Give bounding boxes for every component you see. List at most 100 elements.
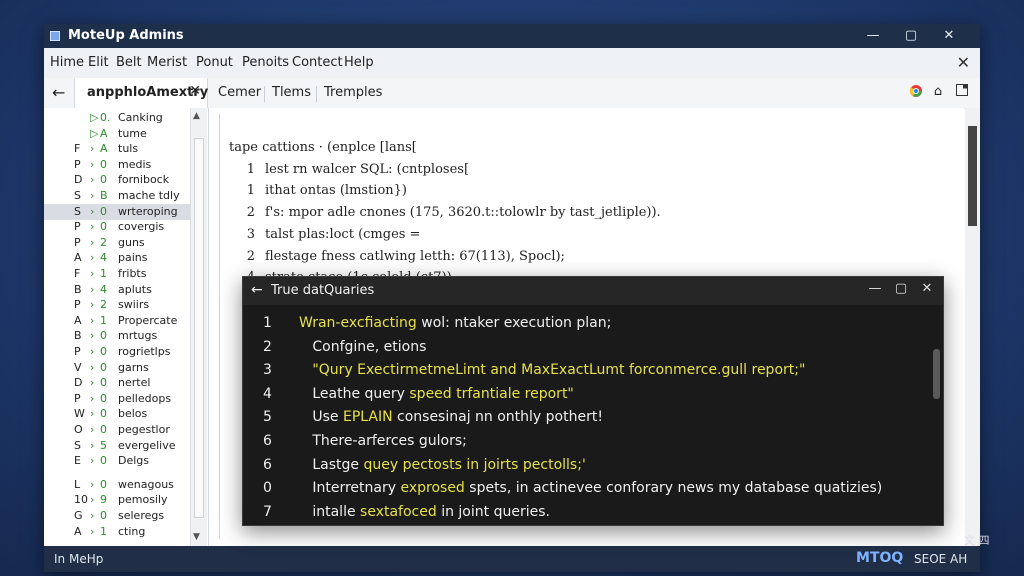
sidebar-item[interactable]: P › 0 covergis xyxy=(44,219,190,235)
sidebar-item[interactable]: O › 0 pegestlor xyxy=(44,422,190,438)
code-text: talst plas:loct (cmges = xyxy=(265,226,421,242)
scroll-down-icon[interactable]: ▼ xyxy=(193,532,200,542)
sidebar-item[interactable]: L › 0 wenagous xyxy=(44,477,190,493)
dialog-minimize-button[interactable]: — xyxy=(863,281,887,296)
sidebar-item[interactable]: A › 1 Propercate xyxy=(44,313,190,329)
menu-item[interactable]: Belt xyxy=(116,55,142,70)
sidebar-item-index: 0 xyxy=(100,454,107,468)
sidebar-item-key: P xyxy=(74,220,81,234)
sidebar-item[interactable]: D › 0 fornibock xyxy=(44,172,190,188)
dialog-line-number: 7 xyxy=(263,503,272,520)
dialog-body[interactable]: 1 Wran-excfiacting wol: ntaker execution … xyxy=(243,305,943,525)
sidebar-scroll-thumb[interactable] xyxy=(194,138,204,518)
sidebar-item-label: nertel xyxy=(118,376,151,390)
code-line: 2 flestage fness catlwing letth: 67(113),… xyxy=(247,249,565,264)
sidebar-item-key: O xyxy=(74,423,83,436)
sidebar-item-label: mache tdly xyxy=(118,189,180,202)
menu-item[interactable]: Penoits xyxy=(242,55,289,70)
sidebar-item[interactable]: 10 › 9 pemosily xyxy=(44,492,190,508)
panel-icon[interactable] xyxy=(954,84,970,100)
menu-item[interactable]: Ponut xyxy=(196,55,233,70)
sidebar-item-index: 0. xyxy=(100,111,111,124)
sidebar-item[interactable]: S › 5 evergelive xyxy=(44,438,190,454)
sidebar-item[interactable]: E › 0 Delgs xyxy=(44,453,190,469)
menu-item[interactable]: Help xyxy=(344,55,374,70)
menu-item[interactable]: Contect xyxy=(292,55,343,70)
minimize-button[interactable]: — xyxy=(858,26,888,46)
close-icon[interactable]: ✕ xyxy=(957,53,970,72)
sidebar-item[interactable]: ▷ Atume xyxy=(44,126,190,142)
tab-tlems[interactable]: Tlems xyxy=(272,85,311,100)
sidebar-item-label: covergis xyxy=(118,220,165,234)
sidebar-item[interactable]: P › 0 pelledops xyxy=(44,391,190,407)
chevron-right-icon: › xyxy=(90,157,95,171)
close-window-button[interactable]: ✕ xyxy=(934,26,964,46)
dialog-line-number: 6 xyxy=(263,456,272,473)
dialog-close-button[interactable]: ✕ xyxy=(915,281,939,296)
sidebar-item-key: V xyxy=(74,360,82,374)
tab-active[interactable]: anpphloAmextry ✕ xyxy=(74,78,208,108)
chevron-right-icon: › xyxy=(90,235,95,249)
sidebar-item-label: pemosily xyxy=(118,493,168,507)
sidebar-item[interactable]: V › 0 garns xyxy=(44,360,190,376)
chevron-right-icon: › xyxy=(90,142,95,156)
dialog-line-number: 4 xyxy=(263,385,272,402)
dialog-line-number: 6 xyxy=(263,433,272,449)
sidebar-item-index: 0 xyxy=(100,173,107,187)
dialog-title: True datQuaries xyxy=(271,283,375,298)
sidebar-item-index: 2 xyxy=(100,235,107,249)
home-icon[interactable]: ⌂ xyxy=(930,84,946,100)
sidebar-item-index: 1 xyxy=(100,313,107,327)
sidebar-item[interactable]: F › 1 fribts xyxy=(44,266,190,282)
dialog-scroll-thumb[interactable] xyxy=(933,349,940,399)
editor-scroll-thumb[interactable] xyxy=(968,126,977,226)
sidebar-item[interactable]: F › Atuls xyxy=(44,141,190,157)
scroll-up-icon[interactable]: ▲ xyxy=(193,111,200,121)
chevron-right-icon: › xyxy=(90,204,95,218)
editor-scrollbar[interactable] xyxy=(965,108,980,546)
dialog-back-icon[interactable]: ← xyxy=(251,282,263,298)
sidebar-item[interactable]: B › 4 apluts xyxy=(44,282,190,298)
sidebar-item[interactable]: ▷ 0. Canking xyxy=(44,110,190,126)
menu-item[interactable]: Hime xyxy=(50,55,84,70)
sidebar-item[interactable]: P › 0 rogrietlps xyxy=(44,344,190,360)
sidebar-item[interactable]: P › 2 guns xyxy=(44,235,190,251)
code-text: f's: mpor adle cnones (175, 3620.t::tolo… xyxy=(265,205,661,221)
sidebar-item-key: W xyxy=(74,407,85,421)
sidebar-item[interactable]: D › 0 nertel xyxy=(44,375,190,391)
sidebar-item-label: wenagous xyxy=(118,477,174,491)
maximize-button[interactable]: ▢ xyxy=(896,26,926,46)
sidebar-item-label: pegestlor xyxy=(118,423,170,436)
menu-item[interactable]: Elit xyxy=(88,55,109,70)
tab-cemer[interactable]: Cemer xyxy=(218,85,261,100)
sidebar-item[interactable]: S › Bmache tdly xyxy=(44,188,190,204)
tab-tremples[interactable]: Tremples xyxy=(324,85,382,100)
chevron-right-icon: › xyxy=(90,220,95,234)
sidebar-item-label: wrteroping xyxy=(118,204,178,218)
browser-icon[interactable] xyxy=(908,84,924,100)
sidebar-item-label: seleregs xyxy=(118,509,165,522)
sidebar-item-index: A xyxy=(100,126,108,140)
dialog-line-text: Use EPLAIN consesinaj nn onthly pothert! xyxy=(299,409,603,426)
sidebar-scrollbar[interactable]: ▲ ▼ xyxy=(190,108,207,546)
sidebar-item[interactable]: S › 0 wrteroping xyxy=(44,203,190,220)
back-arrow-icon[interactable]: ← xyxy=(52,83,65,102)
menu-item[interactable]: Merist xyxy=(147,55,187,70)
sidebar-item-key: F xyxy=(74,142,81,156)
dialog-line: 2 Confgine, etions xyxy=(263,339,426,355)
sidebar-item[interactable]: P › 2 swiirs xyxy=(44,297,190,313)
sidebar-item[interactable]: B › 0 mrtugs xyxy=(44,328,190,344)
sidebar-item-label: Canking xyxy=(118,111,163,124)
tab-close-icon[interactable]: ✕ xyxy=(189,83,201,99)
sidebar-item-label: rogrietlps xyxy=(118,345,171,358)
sidebar-item[interactable]: P › 0 medis xyxy=(44,157,190,173)
chevron-right-icon: › xyxy=(90,524,95,538)
sidebar-item[interactable]: W › 0 belos xyxy=(44,406,190,422)
sidebar-item-label: apluts xyxy=(118,282,152,296)
sidebar-item[interactable]: A › 1 cting xyxy=(44,524,190,540)
dialog-maximize-button[interactable]: ▢ xyxy=(889,281,913,296)
sidebar-item[interactable]: A › 4 pains xyxy=(44,250,190,266)
sidebar-item-index: 0 xyxy=(100,509,107,522)
sidebar-item[interactable]: G › 0 seleregs xyxy=(44,508,190,524)
dialog-line: 4 Leathe query speed trfantiale report" xyxy=(263,386,574,402)
